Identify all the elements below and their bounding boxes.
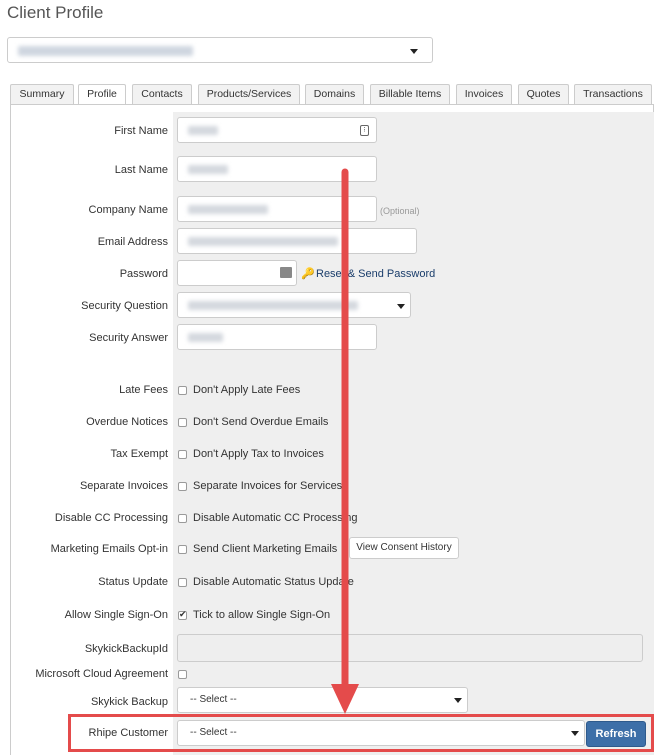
- annotation-arrow: [331, 168, 359, 714]
- arrow-head: [331, 684, 359, 714]
